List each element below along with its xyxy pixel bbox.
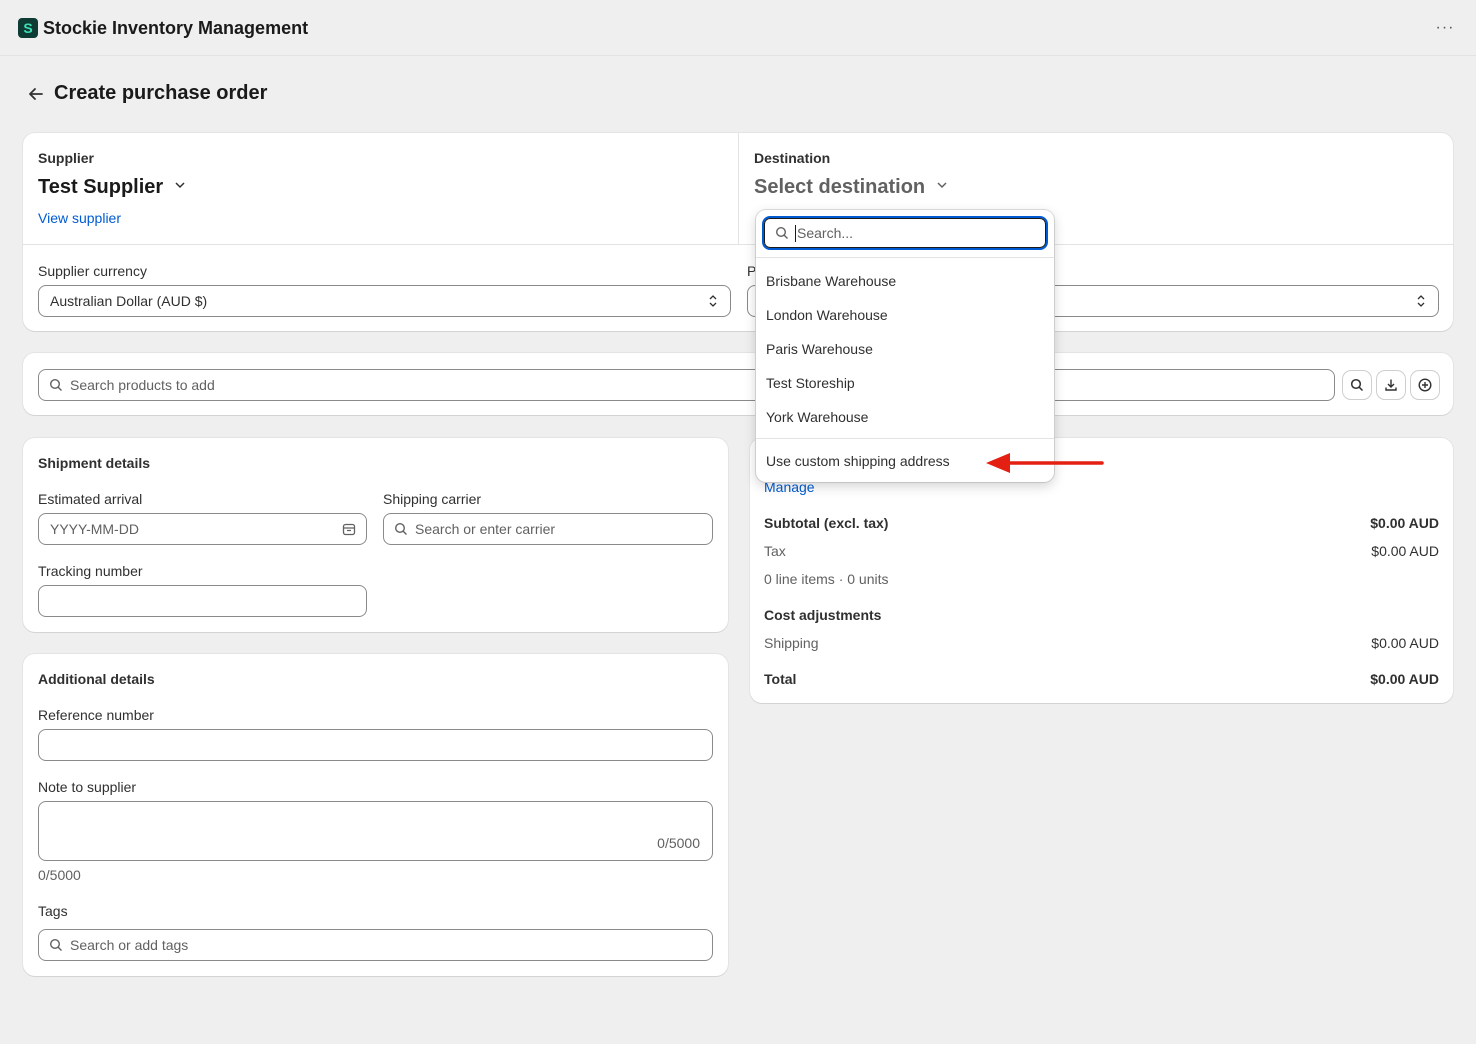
subtotal-row: Subtotal (excl. tax) $0.00 AUD bbox=[764, 515, 1439, 531]
items-count-text: 0 line items · 0 units bbox=[764, 571, 889, 587]
app-logo-icon: S bbox=[18, 18, 38, 38]
tax-row: Tax $0.00 AUD bbox=[764, 543, 1439, 559]
shipping-cost-row: Shipping $0.00 AUD bbox=[764, 635, 1439, 651]
cost-adjustments-label: Cost adjustments bbox=[764, 607, 882, 623]
subtotal-label: Subtotal (excl. tax) bbox=[764, 515, 889, 531]
destination-option-york[interactable]: York Warehouse bbox=[766, 409, 868, 425]
app-title: Stockie Inventory Management bbox=[43, 18, 309, 38]
text-cursor bbox=[795, 225, 796, 242]
destination-search-input[interactable]: Search... bbox=[762, 216, 1048, 250]
select-arrows-icon bbox=[709, 295, 717, 307]
search-icon bbox=[49, 938, 62, 951]
search-icon bbox=[394, 522, 407, 535]
search-icon bbox=[1350, 378, 1364, 392]
destination-placeholder: Select destination bbox=[754, 176, 926, 198]
search-icon bbox=[49, 378, 62, 391]
more-actions-button[interactable]: ··· bbox=[1434, 18, 1456, 40]
import-products-button[interactable] bbox=[1377, 371, 1405, 399]
shipping-carrier-input[interactable]: Search or enter carrier bbox=[383, 513, 713, 545]
chevron-down-icon bbox=[175, 182, 185, 189]
destination-option-test-storeship[interactable]: Test Storeship bbox=[766, 375, 855, 391]
supplier-label: Supplier bbox=[38, 150, 95, 166]
shipping-carrier-placeholder: Search or enter carrier bbox=[415, 521, 556, 537]
total-label: Total bbox=[764, 671, 797, 687]
note-char-counter-below: 0/5000 bbox=[38, 867, 81, 883]
tracking-number-label: Tracking number bbox=[38, 563, 143, 579]
product-search-input[interactable]: Search products to add bbox=[38, 369, 1335, 401]
total-value: $0.00 AUD bbox=[1370, 671, 1439, 687]
tracking-number-input[interactable] bbox=[38, 585, 367, 617]
custom-shipping-address-link[interactable]: Use custom shipping address bbox=[766, 453, 950, 469]
note-to-supplier-textarea[interactable]: 0/5000 bbox=[38, 801, 713, 861]
tax-label: Tax bbox=[764, 543, 786, 559]
tags-placeholder: Search or add tags bbox=[70, 937, 189, 953]
card-vertical-divider bbox=[738, 133, 739, 244]
tags-input[interactable]: Search or add tags bbox=[38, 929, 713, 961]
cost-adjustments-row: Cost adjustments bbox=[764, 607, 1439, 623]
view-supplier-link[interactable]: View supplier bbox=[38, 210, 121, 226]
destination-search-placeholder: Search... bbox=[797, 225, 854, 241]
plus-circle-icon bbox=[1418, 378, 1432, 392]
select-arrows-icon bbox=[1417, 295, 1425, 307]
chevron-down-icon bbox=[937, 182, 947, 189]
supplier-currency-label: Supplier currency bbox=[38, 263, 147, 279]
reference-number-label: Reference number bbox=[38, 707, 154, 723]
supplier-currency-value: Australian Dollar (AUD $) bbox=[50, 293, 208, 309]
tags-label: Tags bbox=[38, 903, 68, 919]
note-to-supplier-label: Note to supplier bbox=[38, 779, 137, 795]
items-count-row: 0 line items · 0 units bbox=[764, 571, 1439, 587]
destination-label: Destination bbox=[754, 150, 831, 166]
search-icon bbox=[775, 226, 788, 239]
estimated-arrival-placeholder: YYYY-MM-DD bbox=[50, 521, 139, 537]
add-product-button[interactable] bbox=[1411, 371, 1439, 399]
tax-value: $0.00 AUD bbox=[1371, 543, 1439, 559]
total-row: Total $0.00 AUD bbox=[764, 671, 1439, 687]
destination-option-paris[interactable]: Paris Warehouse bbox=[766, 341, 873, 357]
supplier-name: Test Supplier bbox=[38, 176, 164, 198]
supplier-selector[interactable]: Test Supplier bbox=[38, 176, 187, 202]
app-top-bar: S Stockie Inventory Management ··· bbox=[0, 0, 1476, 56]
estimated-arrival-input[interactable]: YYYY-MM-DD bbox=[38, 513, 367, 545]
destination-dropdown: Search... Brisbane Warehouse London Ware… bbox=[756, 210, 1054, 482]
destination-option-london[interactable]: London Warehouse bbox=[766, 307, 888, 323]
annotation-arrow-icon bbox=[986, 453, 1104, 473]
shipping-carrier-label: Shipping carrier bbox=[383, 491, 482, 507]
destination-option-brisbane[interactable]: Brisbane Warehouse bbox=[766, 273, 896, 289]
shipping-cost-value: $0.00 AUD bbox=[1371, 635, 1439, 651]
page-title: Create purchase order bbox=[54, 82, 268, 104]
additional-details-title: Additional details bbox=[38, 671, 155, 687]
shipping-cost-label: Shipping bbox=[764, 635, 819, 651]
product-search-placeholder: Search products to add bbox=[70, 377, 215, 393]
back-button[interactable] bbox=[24, 82, 48, 106]
arrow-left-icon bbox=[29, 88, 43, 100]
download-icon bbox=[1385, 379, 1397, 391]
supplier-currency-select[interactable]: Australian Dollar (AUD $) bbox=[38, 285, 731, 317]
dropdown-search-divider bbox=[756, 257, 1054, 258]
browse-products-button[interactable] bbox=[1343, 371, 1371, 399]
destination-selector[interactable]: Select destination bbox=[754, 176, 949, 202]
reference-number-input[interactable] bbox=[38, 729, 713, 761]
shipment-details-title: Shipment details bbox=[38, 455, 151, 471]
second-select-label: P bbox=[747, 263, 757, 279]
estimated-arrival-label: Estimated arrival bbox=[38, 491, 143, 507]
calendar-icon[interactable] bbox=[342, 522, 356, 536]
note-char-counter: 0/5000 bbox=[657, 835, 700, 851]
card-horizontal-divider bbox=[23, 244, 1453, 245]
dropdown-footer-divider bbox=[756, 438, 1054, 439]
subtotal-value: $0.00 AUD bbox=[1370, 515, 1439, 531]
